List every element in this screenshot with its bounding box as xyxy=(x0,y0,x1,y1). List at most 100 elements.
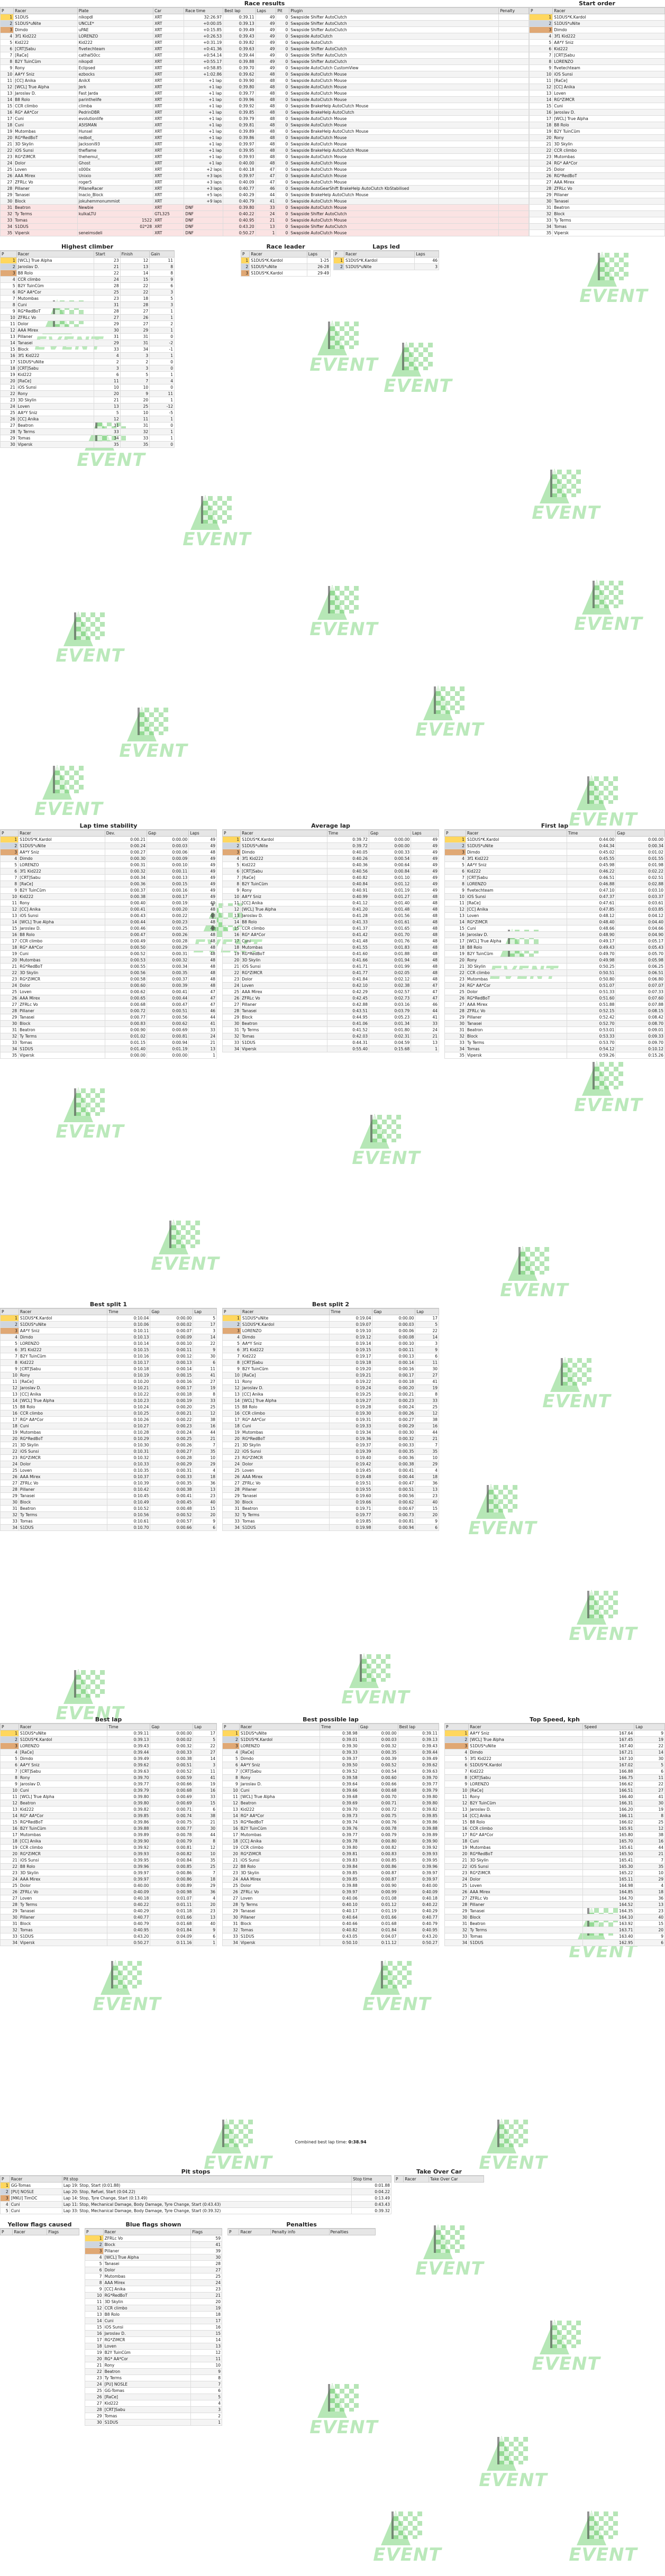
column-header[interactable]: Dev. xyxy=(104,830,148,837)
column-header[interactable]: Gap xyxy=(358,1724,398,1730)
column-header[interactable]: P xyxy=(529,7,553,14)
column-header[interactable]: Racer xyxy=(343,251,415,258)
table-cell: 22 xyxy=(0,147,14,154)
column-header[interactable]: Racer xyxy=(239,2229,271,2235)
table-cell: 165.11 xyxy=(582,1876,635,1883)
column-header[interactable]: Plugin xyxy=(289,7,499,14)
column-header[interactable]: Laps xyxy=(414,251,439,258)
column-header[interactable]: P xyxy=(333,251,344,258)
column-header[interactable]: Finish xyxy=(120,251,150,258)
column-header[interactable]: P xyxy=(0,830,19,837)
column-header[interactable]: P xyxy=(222,1724,240,1730)
column-header[interactable]: Flags xyxy=(47,2229,79,2235)
column-header[interactable]: Racer xyxy=(103,2229,192,2235)
table-cell: 41 xyxy=(634,1793,665,1800)
column-header[interactable]: Speed xyxy=(582,1724,635,1730)
column-header[interactable]: Pit xyxy=(276,7,290,14)
column-header[interactable]: Penalties xyxy=(329,2229,376,2235)
table-cell: 23 xyxy=(444,1869,469,1876)
table-cell: 0:00.11 xyxy=(146,868,189,875)
column-header[interactable]: Racer xyxy=(16,251,95,258)
column-header[interactable]: Racer xyxy=(13,7,78,14)
column-header[interactable]: Plate xyxy=(77,7,154,14)
column-header[interactable]: Take Over Car xyxy=(429,2176,484,2183)
table-cell: 0:00.73 xyxy=(372,1511,416,1518)
table-cell: 0:00.86 xyxy=(150,1869,194,1876)
column-header[interactable]: Car xyxy=(153,7,185,14)
column-header[interactable]: Gain xyxy=(149,251,175,258)
column-header[interactable]: P xyxy=(227,2229,240,2235)
column-header[interactable]: Racer xyxy=(240,830,327,837)
column-header[interactable]: Gap xyxy=(615,830,665,837)
column-header[interactable]: Lap xyxy=(634,1724,665,1730)
column-header[interactable]: Start xyxy=(94,251,121,258)
column-header[interactable]: Racer xyxy=(12,2229,48,2235)
table-cell: 0:08.15 xyxy=(615,1007,665,1014)
column-header[interactable]: Penalty info xyxy=(270,2229,330,2235)
table-cell: 0:10.16 xyxy=(107,1353,151,1360)
column-header[interactable]: Racer xyxy=(18,830,105,837)
table-row: 31 Beatron Newbie XRT DNF 0:39.80 33 0 Swapside … xyxy=(0,204,529,211)
column-header[interactable]: P xyxy=(0,251,17,258)
column-header[interactable]: Laps xyxy=(188,830,217,837)
column-header[interactable]: Lap xyxy=(193,1724,217,1730)
column-header[interactable]: Gap xyxy=(372,1308,416,1315)
column-header[interactable]: P xyxy=(0,1724,19,1730)
table-cell: +0:41.36 xyxy=(184,45,224,52)
column-header[interactable]: Best lap xyxy=(223,7,256,14)
column-header[interactable]: Racer xyxy=(239,1724,321,1730)
column-header[interactable]: Time xyxy=(566,830,616,837)
column-header[interactable]: Time xyxy=(107,1308,151,1315)
column-header[interactable]: P xyxy=(222,1308,241,1315)
column-header[interactable]: Time xyxy=(329,1308,373,1315)
column-header[interactable]: P xyxy=(0,2229,13,2235)
column-header[interactable]: Gap xyxy=(150,1308,194,1315)
column-header[interactable]: Racer xyxy=(552,7,665,14)
column-header[interactable]: P xyxy=(444,830,466,837)
column-header[interactable]: Stop time xyxy=(351,2176,391,2183)
column-header[interactable]: Laps xyxy=(411,830,439,837)
column-header[interactable]: Racer xyxy=(249,251,307,258)
column-header[interactable]: Lap xyxy=(193,1308,217,1315)
table-cell: 48 xyxy=(411,957,439,964)
column-header[interactable]: P xyxy=(0,7,14,14)
column-header[interactable]: Race time xyxy=(184,7,224,14)
column-header[interactable]: Gap xyxy=(146,830,189,837)
column-header[interactable]: Time xyxy=(107,1724,151,1730)
column-header[interactable]: Gap xyxy=(368,830,412,837)
table-cell: 0:09.01 xyxy=(615,1026,665,1033)
table-cell: 0:00.31 xyxy=(150,1467,194,1474)
table-cell: 0:10.11 xyxy=(107,1327,151,1334)
column-header[interactable]: Racer xyxy=(18,1724,108,1730)
column-header[interactable]: P xyxy=(0,1308,19,1315)
column-header[interactable]: Gap xyxy=(150,1724,194,1730)
column-header[interactable]: Best lap xyxy=(397,1724,440,1730)
column-header[interactable]: Penalty xyxy=(498,7,529,14)
column-header[interactable]: P xyxy=(222,830,241,837)
column-header[interactable]: Racer xyxy=(9,2176,62,2183)
column-header[interactable]: Flags xyxy=(190,2229,222,2235)
column-header[interactable]: Laps xyxy=(255,7,277,14)
column-header[interactable]: Time xyxy=(320,1724,359,1730)
column-header[interactable]: P xyxy=(85,2229,104,2235)
column-header[interactable]: P xyxy=(240,251,250,258)
column-header[interactable]: Laps xyxy=(306,251,331,258)
table-cell: 15 xyxy=(0,346,17,353)
column-header[interactable]: Pit stop xyxy=(61,2176,352,2183)
column-header[interactable]: P xyxy=(394,2176,404,2183)
column-header[interactable]: Racer xyxy=(403,2176,430,2183)
column-header[interactable]: Lap xyxy=(415,1308,439,1315)
watermark-logo: EVENT xyxy=(42,608,132,677)
table-cell: 0:00.86 xyxy=(150,1876,194,1883)
column-header[interactable]: Racer xyxy=(18,1308,108,1315)
table-cell: 34 xyxy=(444,1939,469,1946)
column-header[interactable]: P xyxy=(444,1724,469,1730)
table-row: 13 [CC] Anika 0:19.25 0:00.21 8 xyxy=(222,1391,439,1398)
column-header[interactable]: Racer xyxy=(465,830,567,837)
column-header[interactable]: Time xyxy=(326,830,370,837)
column-header[interactable]: P xyxy=(0,2176,10,2183)
table-cell: 0 xyxy=(276,77,290,84)
column-header[interactable]: Racer xyxy=(240,1308,330,1315)
table-cell: [RaCe] xyxy=(239,1749,321,1756)
column-header[interactable]: Racer xyxy=(468,1724,584,1730)
